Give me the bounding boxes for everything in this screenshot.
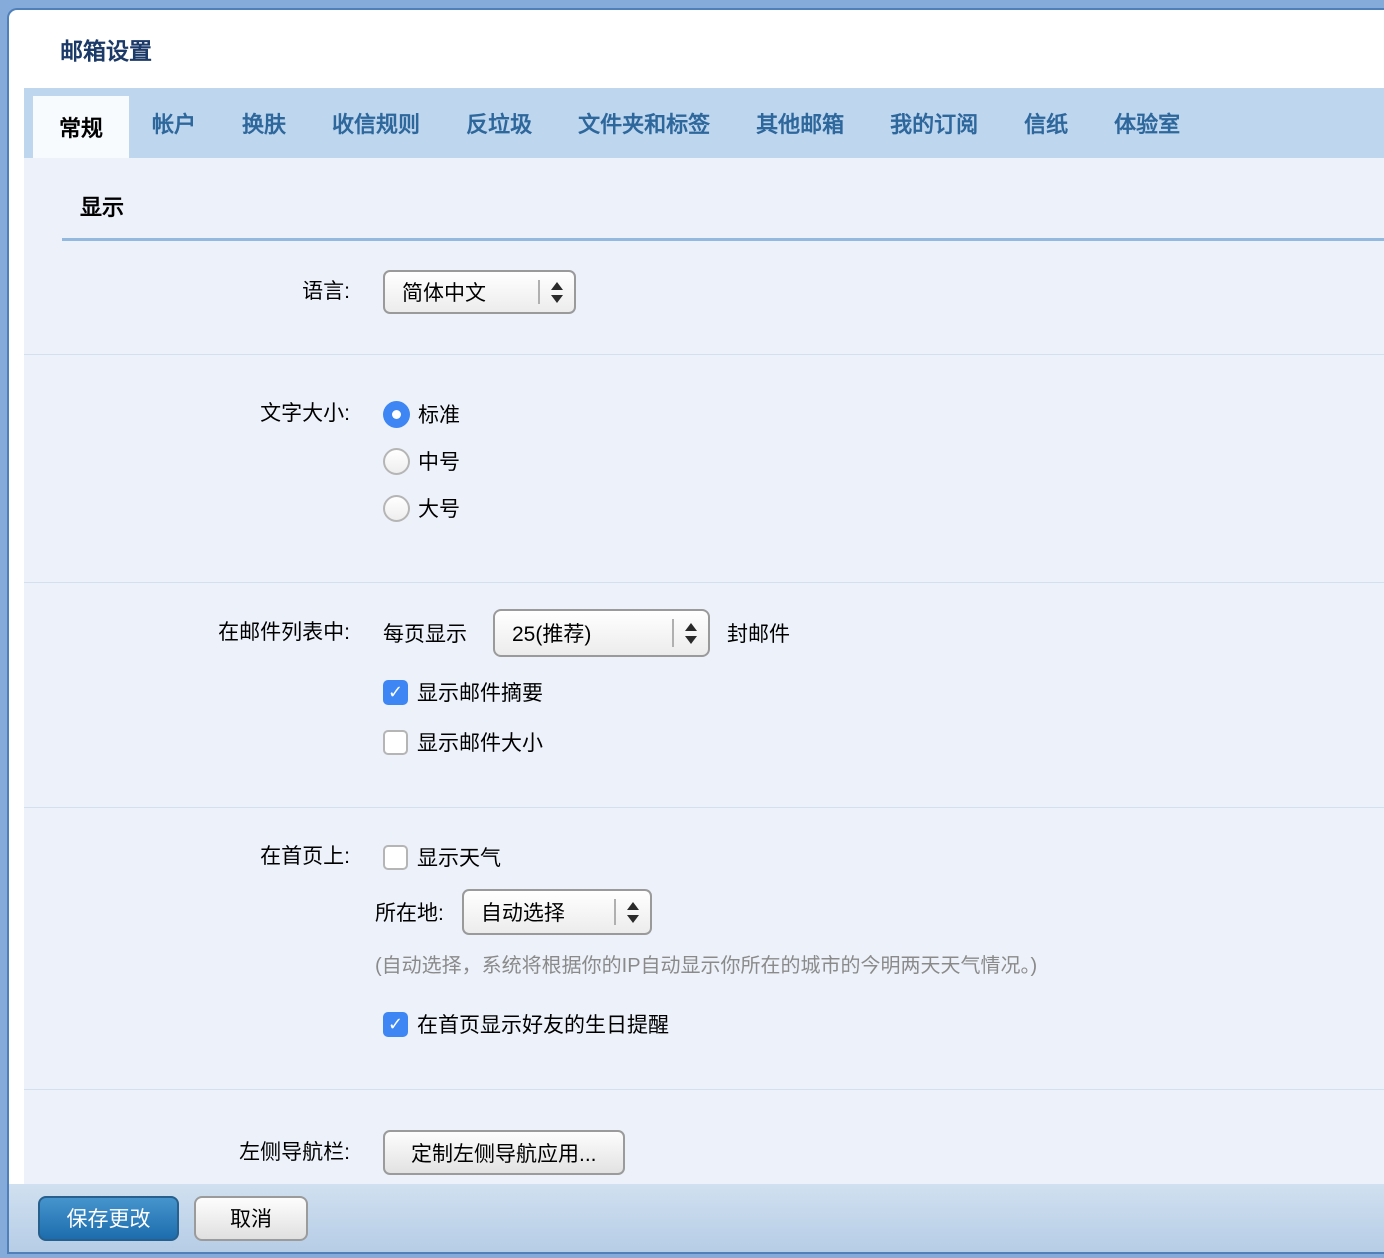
location-label: 所在地: [375,897,444,927]
text-size-row: 文字大小: 标准 中号 大号 [24,355,1384,583]
homepage-row: 在首页上: ✓ 显示天气 所在地: 自动选择 (自动选择，系统将根据你的IP自动… [24,808,1384,1090]
language-label: 语言: [24,270,350,354]
customize-left-nav-button[interactable]: 定制左侧导航应用... [383,1130,625,1175]
location-select[interactable]: 自动选择 [462,889,652,935]
show-mail-summary-checkbox[interactable]: ✓ [383,680,408,705]
location-select-value: 自动选择 [481,897,604,927]
select-arrows-icon [538,280,574,304]
language-select[interactable]: 简体中文 [383,270,576,314]
panel-header: 邮箱设置 [9,10,1384,88]
show-weather-checkbox[interactable]: ✓ [383,845,408,870]
settings-panel: 邮箱设置 常规 帐户 换肤 收信规则 反垃圾 文件夹和标签 其他邮箱 我的订阅 … [7,8,1384,1254]
tab-folders-labels[interactable]: 文件夹和标签 [555,88,733,158]
per-page-select[interactable]: 25(推荐) [493,609,710,657]
mail-list-row: 在邮件列表中: 每页显示 25(推荐) 封邮件 ✓ 显示邮件摘要 [24,583,1384,808]
left-nav-label: 左侧导航栏: [24,1130,350,1184]
tab-antispam[interactable]: 反垃圾 [443,88,555,158]
tab-bar: 常规 帐户 换肤 收信规则 反垃圾 文件夹和标签 其他邮箱 我的订阅 信纸 体验… [24,88,1384,158]
tab-account[interactable]: 帐户 [129,88,219,158]
radio-large[interactable] [383,495,410,522]
select-arrows-icon [614,899,650,925]
birthday-reminder-label: 在首页显示好友的生日提醒 [417,1009,669,1039]
text-size-option-large: 大号 [383,493,460,523]
save-changes-button[interactable]: 保存更改 [38,1196,179,1241]
text-size-option-standard: 标准 [383,399,460,429]
tab-other-mailboxes[interactable]: 其他邮箱 [733,88,867,158]
section-underline [62,238,1384,241]
radio-medium[interactable] [383,448,410,475]
cancel-button[interactable]: 取消 [194,1196,308,1241]
mail-list-label: 在邮件列表中: [24,609,350,807]
page-background: 邮箱设置 常规 帐户 换肤 收信规则 反垃圾 文件夹和标签 其他邮箱 我的订阅 … [0,0,1384,1258]
checkmark-icon: ✓ [388,1015,403,1033]
show-weather-label: 显示天气 [417,842,501,872]
location-note: (自动选择，系统将根据你的IP自动显示你所在的城市的今明两天天气情况。) [375,952,1037,980]
per-page-select-value: 25(推荐) [512,618,662,648]
radio-medium-label: 中号 [418,446,460,476]
tab-content: 显示 语言: 简体中文 文字大小: 标准 [24,158,1384,1184]
radio-large-label: 大号 [418,493,460,523]
show-mail-summary-label: 显示邮件摘要 [417,677,543,707]
section-heading: 显示 [80,190,124,222]
radio-standard-label: 标准 [418,399,460,429]
tab-mail-rules[interactable]: 收信规则 [309,88,443,158]
checkmark-icon: ✓ [388,683,403,701]
radio-standard[interactable] [383,401,410,428]
text-size-label: 文字大小: [24,399,350,582]
show-mail-size-checkbox[interactable]: ✓ [383,730,408,755]
tab-lab[interactable]: 体验室 [1091,88,1203,158]
language-select-value: 简体中文 [402,277,528,307]
show-mail-size-label: 显示邮件大小 [417,727,543,757]
tab-skin[interactable]: 换肤 [219,88,309,158]
footer-bar: 保存更改 取消 [9,1184,1384,1252]
left-nav-row: 左侧导航栏: 定制左侧导航应用... [24,1090,1384,1184]
page-title: 邮箱设置 [60,32,152,66]
language-row: 语言: 简体中文 [24,241,1384,355]
select-arrows-icon [672,619,708,647]
homepage-label: 在首页上: [24,844,350,1089]
per-page-prefix: 每页显示 [383,618,467,648]
tab-subscriptions[interactable]: 我的订阅 [867,88,1001,158]
display-section-header: 显示 [24,158,1384,241]
tab-stationery[interactable]: 信纸 [1001,88,1091,158]
per-page-suffix: 封邮件 [727,618,790,648]
tab-general[interactable]: 常规 [33,96,129,158]
birthday-reminder-checkbox[interactable]: ✓ [383,1012,408,1037]
text-size-option-medium: 中号 [383,446,460,476]
